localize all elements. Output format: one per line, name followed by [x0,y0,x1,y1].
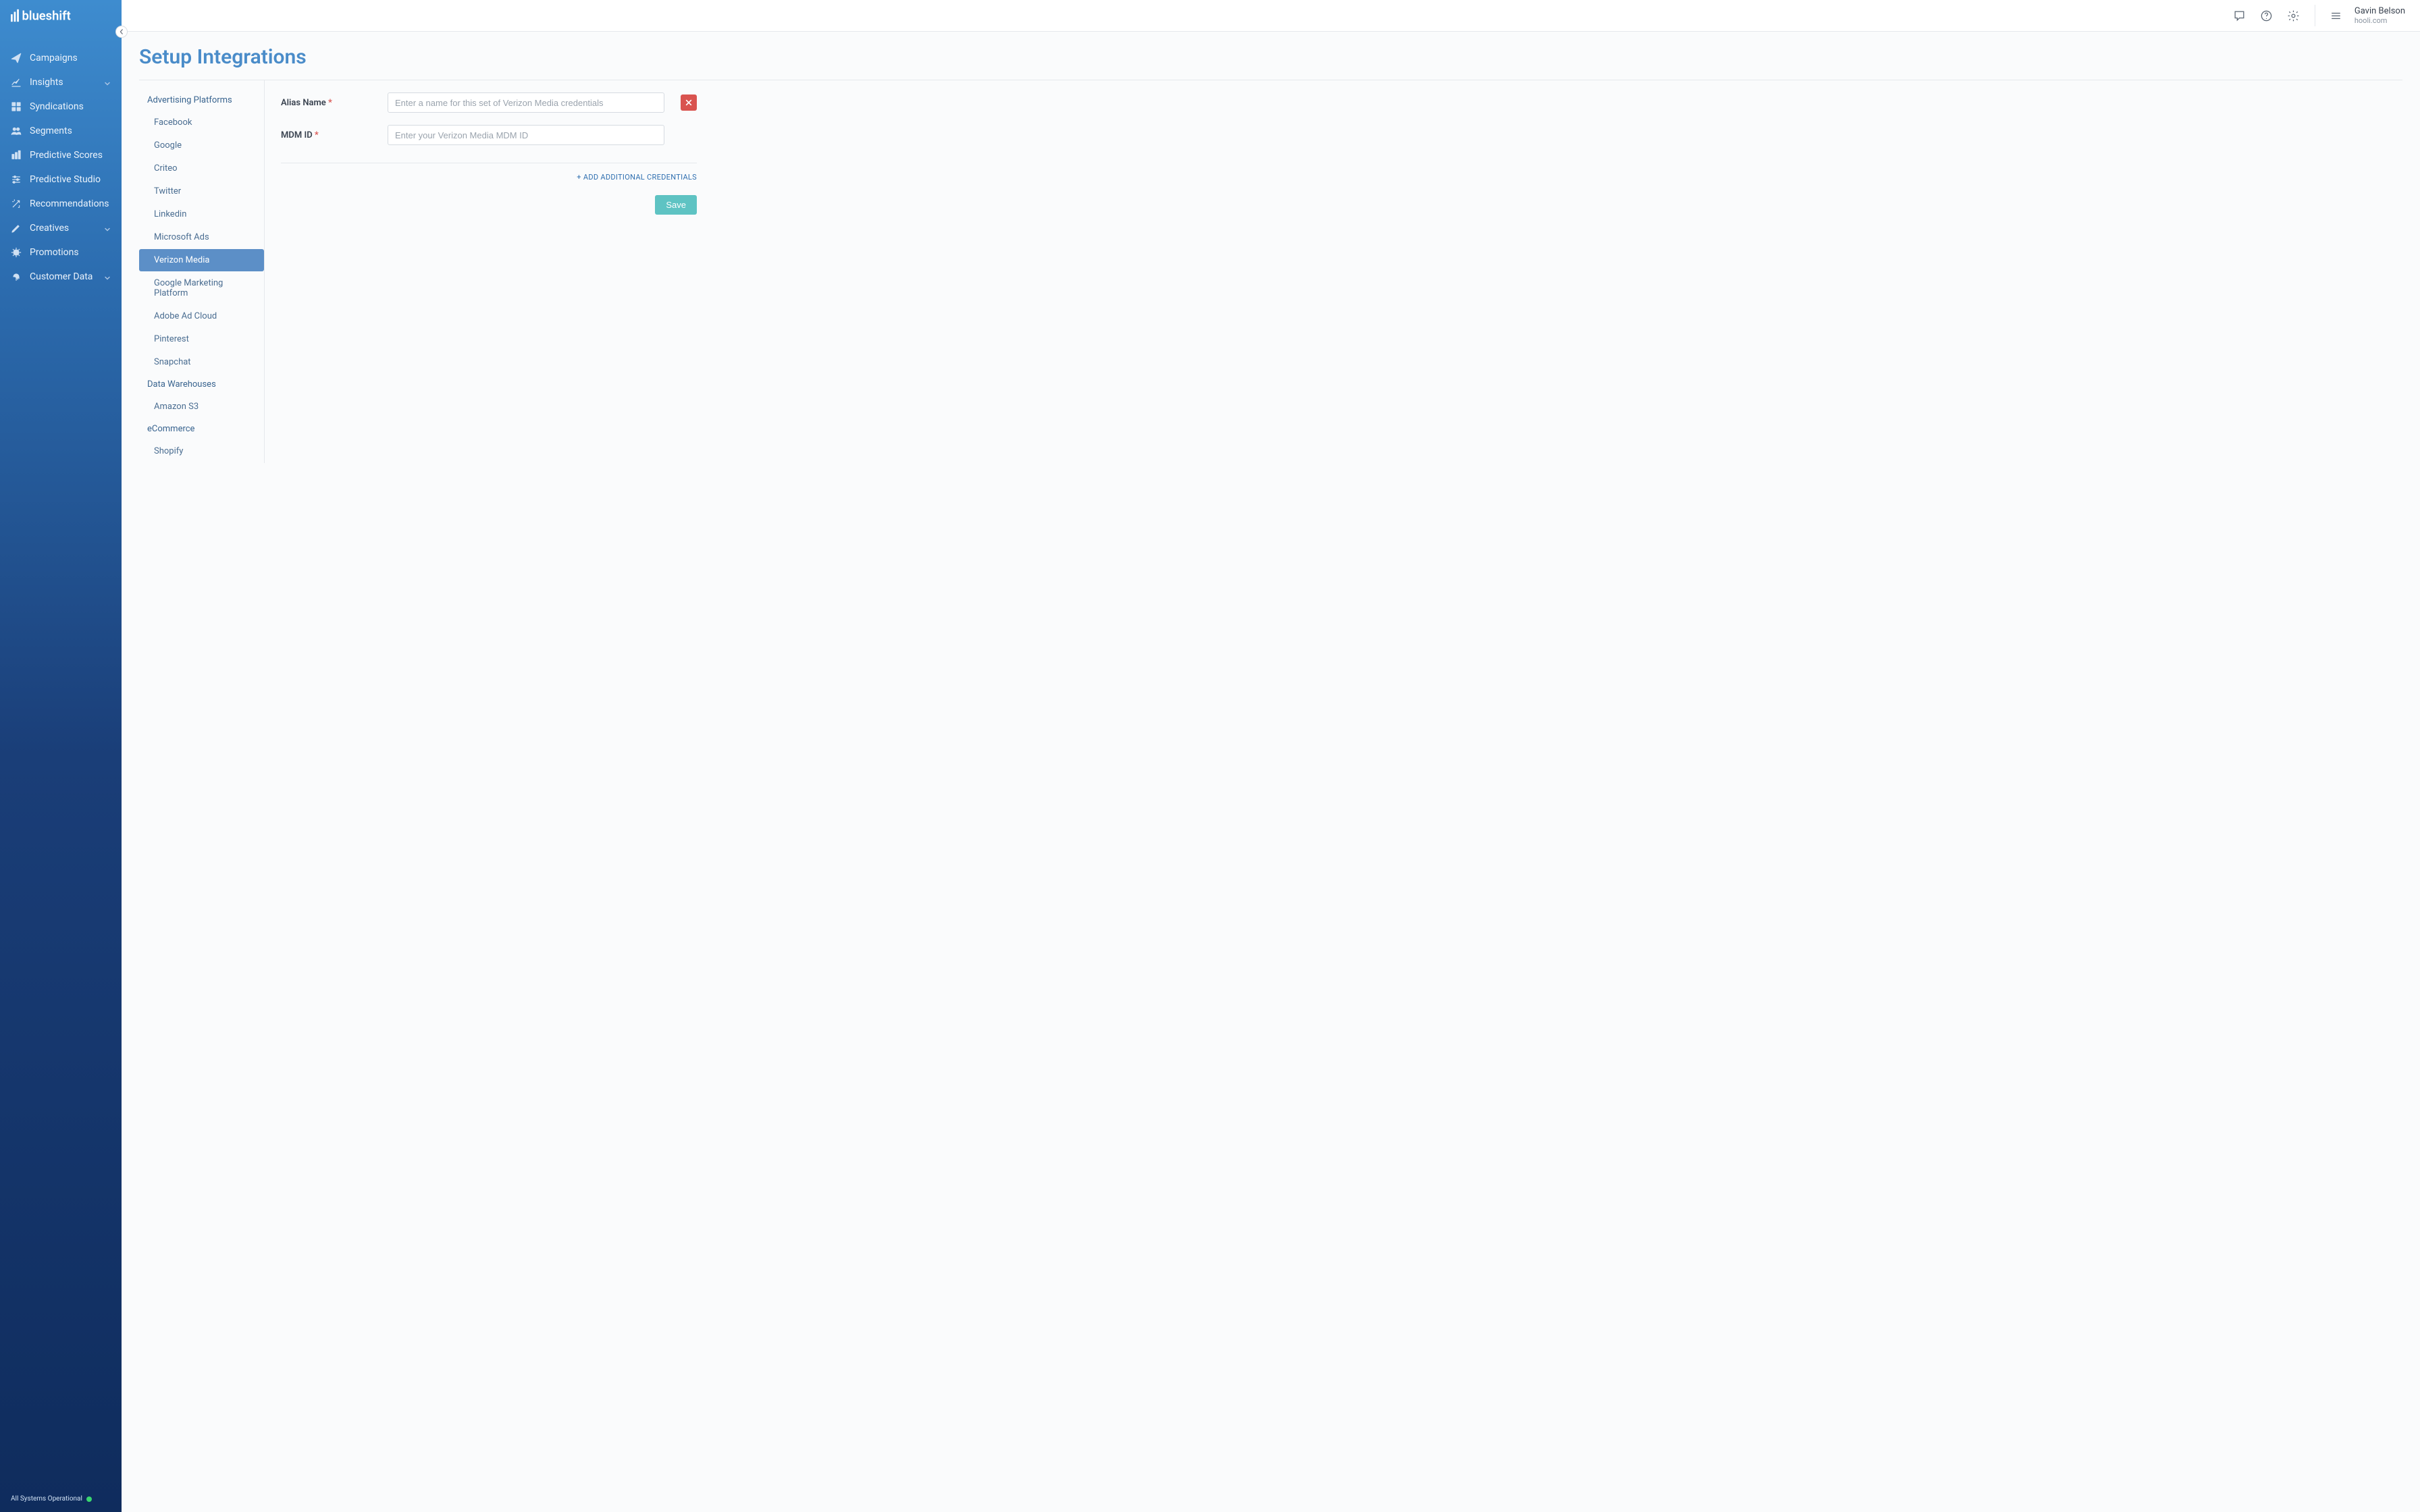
help-icon[interactable] [2255,4,2278,27]
nav-item-predictive-studio[interactable]: Predictive Studio [0,167,122,192]
settings-icon[interactable] [2282,4,2305,27]
credentials-form: Alias Name * MDM ID * [265,80,697,463]
nav-item-label: Recommendations [30,198,111,209]
subnav-item-adobe-ad-cloud[interactable]: Adobe Ad Cloud [139,305,264,327]
pen-icon [11,223,22,234]
main-nav: Campaigns Insights Syndications Segments Pre… [0,46,122,289]
menu-icon[interactable] [2325,4,2348,27]
mdm-id-row: MDM ID * [281,125,697,145]
nav-item-label: Predictive Studio [30,174,111,185]
grid-icon [11,101,22,112]
subnav-group-ecommerce[interactable]: eCommerce [139,418,264,439]
system-status[interactable]: All Systems Operational [0,1488,122,1512]
subnav-group-data-warehouses[interactable]: Data Warehouses [139,374,264,395]
content: Setup Integrations Advertising Platforms… [122,31,2420,1512]
subnav-item-linkedin[interactable]: Linkedin [139,203,264,225]
nav-item-creatives[interactable]: Creatives [0,216,122,240]
subnav-item-twitter[interactable]: Twitter [139,180,264,202]
chevron-down-icon [104,79,111,86]
alias-name-label: Alias Name * [281,98,375,108]
nav-item-label: Segments [30,126,111,136]
alias-name-row: Alias Name * [281,92,697,113]
nav-item-insights[interactable]: Insights [0,70,122,94]
nav-item-customer-data[interactable]: Customer Data [0,265,122,289]
nav-item-label: Promotions [30,247,111,258]
nav-item-label: Insights [30,77,96,88]
subnav-item-shopify[interactable]: Shopify [139,440,264,462]
subnav-item-criteo[interactable]: Criteo [139,157,264,180]
required-asterisk: * [315,130,319,140]
nav-item-label: Predictive Scores [30,150,111,161]
nav-item-recommendations[interactable]: Recommendations [0,192,122,216]
alias-name-input[interactable] [388,92,664,113]
topbar: Gavin Belson hooli.com [122,0,2420,31]
integrations-subnav: Advertising PlatformsFacebookGoogleCrite… [139,80,265,463]
subnav-item-amazon-s3[interactable]: Amazon S3 [139,396,264,418]
system-status-label: All Systems Operational [11,1495,82,1503]
nav-item-label: Creatives [30,223,96,234]
chevron-down-icon [104,225,111,232]
fingerprint-icon [11,271,22,282]
subnav-item-verizon-media[interactable]: Verizon Media [139,249,264,271]
subnav-group-advertising-platforms[interactable]: Advertising Platforms [139,90,264,111]
mdm-id-label-text: MDM ID [281,130,313,140]
user-org: hooli.com [2355,16,2405,25]
subnav-item-google-marketing-platform[interactable]: Google Marketing Platform [139,272,264,304]
required-asterisk: * [328,98,332,108]
nav-item-predictive-scores[interactable]: Predictive Scores [0,143,122,167]
brand-logo[interactable]: blueshift [0,0,122,31]
nav-item-segments[interactable]: Segments [0,119,122,143]
wand-icon [11,198,22,209]
svg-text:blueshift: blueshift [22,9,71,23]
mdm-id-label: MDM ID * [281,130,375,140]
subnav-item-microsoft-ads[interactable]: Microsoft Ads [139,226,264,248]
delete-credential-button[interactable] [681,94,697,111]
chevron-down-icon [104,273,111,280]
nav-item-promotions[interactable]: Promotions [0,240,122,265]
nav-item-label: Customer Data [30,271,96,282]
subnav-item-pinterest[interactable]: Pinterest [139,328,264,350]
add-credentials-link[interactable]: + ADD ADDITIONAL CREDENTIALS [281,173,697,182]
paper-plane-icon [11,53,22,63]
nav-item-label: Syndications [30,101,111,112]
bars-icon [11,150,22,161]
nav-item-syndications[interactable]: Syndications [0,94,122,119]
main: Gavin Belson hooli.com Setup Integration… [122,0,2420,1512]
sliders-icon [11,174,22,185]
chart-line-icon [11,77,22,88]
nav-item-label: Campaigns [30,53,111,63]
page-title: Setup Integrations [139,45,2402,69]
subnav-item-facebook[interactable]: Facebook [139,111,264,134]
messages-icon[interactable] [2228,4,2251,27]
subnav-item-snapchat[interactable]: Snapchat [139,351,264,373]
nav-item-campaigns[interactable]: Campaigns [0,46,122,70]
user-menu[interactable]: Gavin Belson hooli.com [2352,6,2412,25]
badge-icon [11,247,22,258]
subnav-item-google[interactable]: Google [139,134,264,157]
save-row: Save [281,195,697,215]
sidebar-collapse-button[interactable] [115,26,128,38]
save-button[interactable]: Save [655,195,697,215]
alias-name-label-text: Alias Name [281,98,326,108]
sidebar: blueshift Campaigns Insights Syndications S… [0,0,122,1512]
mdm-id-input[interactable] [388,125,664,145]
user-name: Gavin Belson [2355,6,2405,16]
users-icon [11,126,22,136]
integrations-panel: Advertising PlatformsFacebookGoogleCrite… [139,80,2402,463]
status-dot-icon [86,1496,92,1502]
